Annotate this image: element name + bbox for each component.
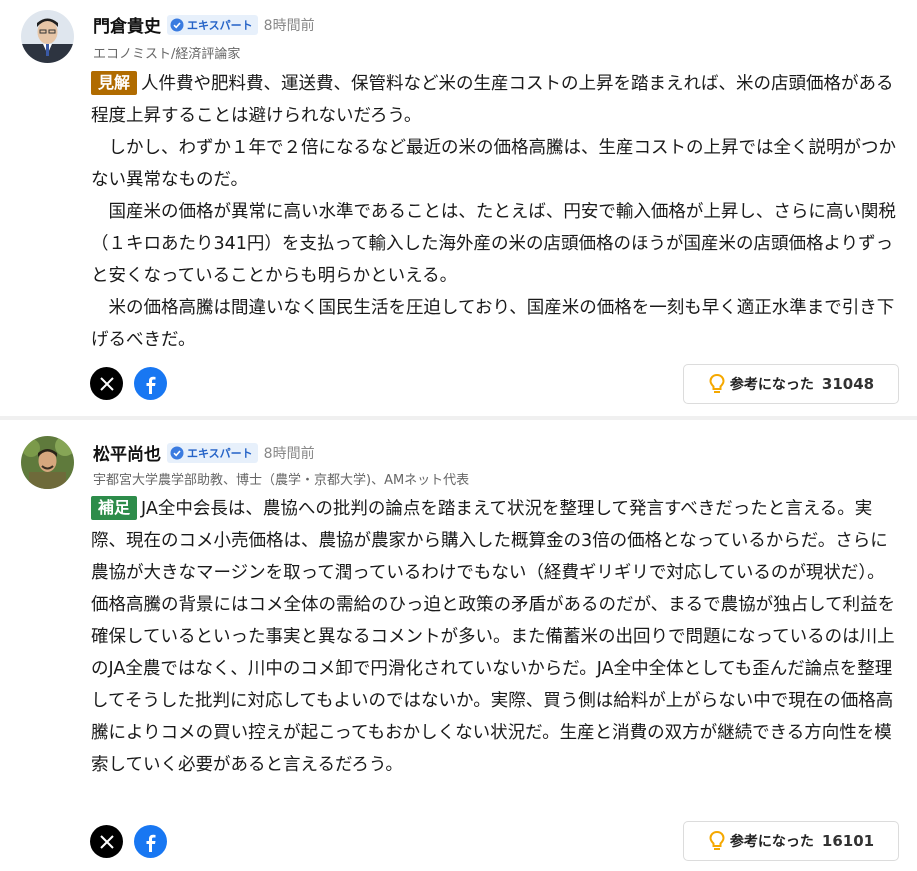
share-facebook-button[interactable]	[134, 825, 167, 858]
share-buttons	[90, 367, 167, 400]
lightbulb-icon	[709, 830, 725, 850]
helpful-label: 参考になった	[729, 834, 814, 850]
timestamp: 8時間前	[263, 445, 315, 462]
comment-body: 補足 JA全中会長は、農協への批判の論点を踏まえて状況を整理して発言すべきだったと…	[91, 493, 899, 781]
helpful-button[interactable]: 参考になった 16101	[683, 821, 899, 861]
comment-body: 見解 人件費や肥料費、運送費、保管料など米の生産コストの上昇を踏まえれば、米の店頭…	[91, 68, 899, 356]
expert-badge-label: エキスパート	[187, 446, 253, 460]
comment-paragraph: 人件費や肥料費、運送費、保管料など米の生産コストの上昇を踏まえれば、米の店頭価格…	[91, 74, 894, 126]
author-name[interactable]: 松平尚也	[93, 440, 161, 465]
share-buttons	[90, 825, 167, 858]
comment-card: 松平尚也 エキスパート 8時間前 宇都宮大学農学部助教、博士（農学・京都大学)、…	[0, 420, 917, 871]
affiliation: エコノミスト/経済評論家	[93, 47, 241, 62]
share-x-button[interactable]	[90, 367, 123, 400]
opinion-tag: 見解	[91, 71, 138, 95]
comment-paragraph: 国産米の価格が異常に高い水準であることは、たとえば、円安で輸入価格が上昇し、さら…	[91, 202, 896, 286]
author-row: 門倉貴史 エキスパート 8時間前	[93, 12, 315, 37]
comment-paragraph: しかし、わずか１年で２倍になるなど最近の米の価格高騰は、生産コストの上昇では全く…	[91, 138, 896, 190]
expert-badge: エキスパート	[167, 442, 258, 463]
comment-paragraph: JA全中会長は、農協への批判の論点を踏まえて状況を整理して発言すべきだったと言え…	[91, 499, 896, 775]
avatar[interactable]	[21, 10, 74, 63]
helpful-count: 16101	[821, 832, 875, 850]
helpful-button[interactable]: 参考になった 31048	[683, 364, 899, 404]
supplement-tag: 補足	[91, 496, 138, 520]
comment-paragraph: 米の価格高騰は間違いなく国民生活を圧迫しており、国産米の価格を一刻も早く適正水準…	[91, 298, 895, 350]
facebook-icon	[146, 834, 155, 852]
lightbulb-icon	[709, 373, 725, 393]
facebook-icon	[146, 376, 155, 394]
expert-badge-label: エキスパート	[187, 18, 253, 32]
author-name[interactable]: 門倉貴史	[93, 12, 161, 37]
timestamp: 8時間前	[263, 17, 315, 34]
share-facebook-button[interactable]	[134, 367, 167, 400]
affiliation: 宇都宮大学農学部助教、博士（農学・京都大学)、AMネット代表	[93, 473, 470, 488]
expert-badge: エキスパート	[167, 14, 258, 35]
verified-check-icon	[170, 18, 184, 31]
author-row: 松平尚也 エキスパート 8時間前	[93, 440, 315, 465]
comment-card: 門倉貴史 エキスパート 8時間前 エコノミスト/経済評論家 見解 人件費や肥料費、…	[0, 0, 917, 416]
x-logo-icon	[99, 376, 114, 391]
avatar[interactable]	[21, 436, 74, 489]
verified-check-icon	[170, 446, 184, 459]
x-logo-icon	[99, 834, 114, 849]
helpful-count: 31048	[821, 375, 875, 393]
share-x-button[interactable]	[90, 825, 123, 858]
helpful-label: 参考になった	[729, 377, 814, 393]
